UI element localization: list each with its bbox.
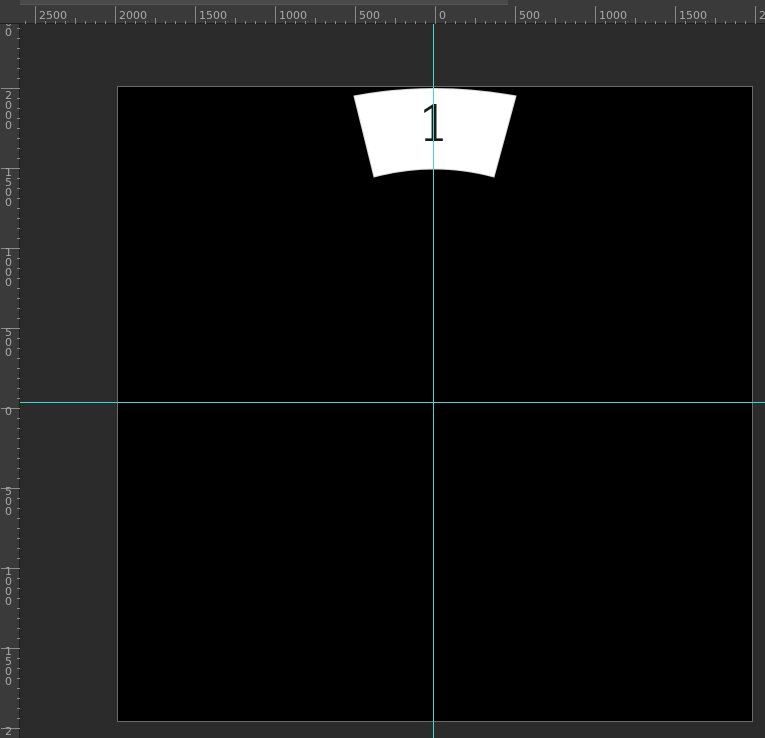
vertical-ruler-label: 1000 — [5, 246, 12, 289]
vertical-ruler-label: 1500 — [5, 166, 12, 209]
vertical-ruler-label: 0 — [5, 405, 12, 418]
horizontal-ruler-label: 500 — [519, 9, 540, 22]
horizontal-ruler-label: 1000 — [599, 9, 627, 22]
horizontal-ruler-label: 1000 — [279, 9, 307, 22]
vertical-ruler[interactable]: 500 2000 1500 1000 500 0 500 1000 1500 2 — [0, 24, 20, 738]
vertical-ruler-label: 1500 — [5, 645, 12, 688]
vertical-ruler-label: 500 — [5, 24, 12, 39]
horizontal-ruler-label: 1500 — [199, 9, 227, 22]
image-editor-window: 25002000150010005000500100015002 5002000… — [0, 0, 765, 738]
horizontal-ruler-label: 2 — [759, 9, 765, 22]
vertical-ruler-label: 2 — [5, 725, 12, 738]
vertical-guide-line[interactable] — [433, 24, 434, 738]
horizontal-ruler-label: 500 — [359, 9, 380, 22]
vertical-ruler-label: 1000 — [5, 565, 12, 608]
horizontal-ruler-label: 2500 — [39, 9, 67, 22]
horizontal-ruler-label: 1500 — [679, 9, 707, 22]
vertical-ruler-label: 2000 — [5, 89, 12, 132]
shape-number-text: 1 — [418, 95, 450, 153]
horizontal-ruler-label: 0 — [439, 9, 446, 22]
vertical-ruler-label: 500 — [5, 326, 12, 359]
horizontal-ruler[interactable]: 2500 2000 1500 1000 500 0 500 1000 1500 2 — [0, 5, 765, 24]
vertical-ruler-label: 500 — [5, 485, 12, 518]
horizontal-ruler-background — [0, 5, 765, 24]
horizontal-ruler-label: 2000 — [119, 9, 147, 22]
horizontal-guide-line[interactable] — [20, 402, 765, 403]
